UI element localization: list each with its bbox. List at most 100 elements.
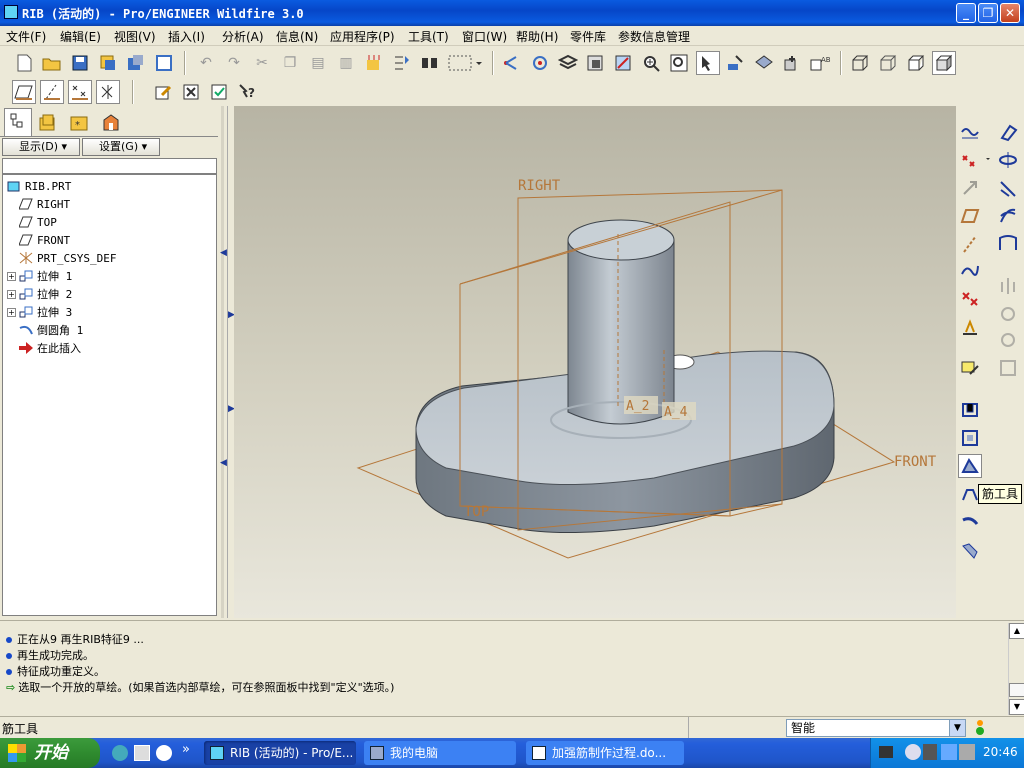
datum-point-tool-icon[interactable] <box>958 286 982 310</box>
tree-item[interactable]: + 拉伸 2 <box>7 285 72 303</box>
draft-icon[interactable] <box>958 426 982 450</box>
spin-center-icon[interactable] <box>528 51 552 75</box>
close-button[interactable]: ✕ <box>1000 3 1020 23</box>
menu-analysis[interactable]: 分析(A) <box>222 28 264 45</box>
tree-item[interactable]: 倒圆角 1 <box>7 321 83 339</box>
datum-axis-toggle-icon[interactable] <box>40 80 64 104</box>
datum-axis-tool-icon[interactable] <box>958 232 982 256</box>
explorer-icon[interactable] <box>134 745 150 761</box>
menu-applications[interactable]: 应用程序(P) <box>330 28 395 45</box>
layers-icon[interactable] <box>556 51 580 75</box>
merge-icon[interactable] <box>996 302 1020 326</box>
undo-icon[interactable]: ↶ <box>194 51 218 75</box>
zoom-in-icon[interactable] <box>640 51 664 75</box>
view-manager-icon[interactable] <box>584 51 608 75</box>
paste-special-icon[interactable]: ▥ <box>334 51 358 75</box>
paste-icon[interactable]: ▤ <box>306 51 330 75</box>
save-icon[interactable] <box>68 51 92 75</box>
menu-view[interactable]: 视图(V) <box>114 28 156 45</box>
panel-splitter[interactable]: ◀ ▶ ▶ ◀ <box>218 106 235 618</box>
sweep-icon[interactable] <box>996 176 1020 200</box>
menu-file[interactable]: 文件(F) <box>6 28 46 45</box>
taskbar-button[interactable]: 我的电脑 <box>364 741 516 765</box>
taskbar-button[interactable]: RIB (活动的) - Pro/E... <box>204 741 356 765</box>
media-player-icon[interactable] <box>156 745 172 761</box>
selection-box-dropdown[interactable] <box>446 51 486 75</box>
cancel-icon[interactable] <box>180 80 204 104</box>
shading-icon[interactable] <box>932 51 956 75</box>
reorient-icon[interactable] <box>780 51 804 75</box>
shell-icon[interactable] <box>958 398 982 422</box>
tray-arrow-icon[interactable] <box>905 744 921 760</box>
selection-filter-select[interactable]: 智能 ▼ <box>786 719 966 737</box>
tree-item[interactable]: FRONT <box>7 231 70 249</box>
model-tree[interactable]: RIB.PRT RIGHT TOP FRONT PRT_CSYS_DEF + 拉伸 1 + 拉伸… <box>2 174 217 616</box>
menu-window[interactable]: 窗口(W) <box>462 28 507 45</box>
menu-tools[interactable]: 工具(T) <box>408 28 449 45</box>
blend-icon[interactable] <box>996 204 1020 228</box>
model-tree-tab[interactable] <box>4 108 32 136</box>
backup-icon[interactable] <box>124 51 148 75</box>
trim-icon[interactable] <box>996 328 1020 352</box>
copy-icon[interactable]: ❐ <box>278 51 302 75</box>
datum-display-icon[interactable] <box>500 51 524 75</box>
regenerate-icon[interactable] <box>362 51 386 75</box>
edit-definition-icon[interactable] <box>152 80 176 104</box>
connections-tab[interactable] <box>98 110 126 136</box>
datum-point-toggle-icon[interactable] <box>68 80 92 104</box>
tree-item[interactable]: RIB.PRT <box>7 177 71 195</box>
network-icon[interactable] <box>941 744 957 760</box>
sketch-tool-icon[interactable] <box>958 356 982 380</box>
more-chevron-icon[interactable]: » <box>182 742 190 757</box>
cut-icon[interactable]: ✂ <box>250 51 274 75</box>
sketched-curve-icon[interactable] <box>958 120 982 144</box>
tree-item[interactable]: + 拉伸 3 <box>7 303 72 321</box>
boundary-blend-icon[interactable] <box>996 232 1020 256</box>
ie-icon[interactable] <box>112 745 128 761</box>
graphics-window[interactable]: RIGHT TOP FRONT A_2 A_4 <box>234 106 956 618</box>
print-icon[interactable] <box>152 51 176 75</box>
revolve-icon[interactable] <box>996 148 1020 172</box>
folder-browser-tab[interactable] <box>34 110 62 136</box>
orient-mode-icon[interactable] <box>724 51 748 75</box>
datum-point-dropdown[interactable] <box>958 148 992 172</box>
title-bar[interactable]: RIB (活动的) - Pro/ENGINEER Wildfire 3.0 _ … <box>0 0 1024 26</box>
pattern-icon[interactable] <box>996 356 1020 380</box>
tree-item[interactable]: PRT_CSYS_DEF <box>7 249 116 267</box>
regen-manager-icon[interactable] <box>390 51 414 75</box>
datum-plane-tool-icon[interactable] <box>958 204 982 228</box>
start-button[interactable]: 开始 <box>0 738 100 768</box>
chamfer-icon[interactable] <box>958 538 982 562</box>
redo-icon[interactable]: ↷ <box>222 51 246 75</box>
new-file-icon[interactable] <box>12 51 36 75</box>
keyboard-icon[interactable] <box>879 746 893 758</box>
expand-toggle-icon[interactable]: + <box>7 307 16 317</box>
context-help-icon[interactable]: ? <box>236 80 260 104</box>
security-icon[interactable] <box>959 744 975 760</box>
model-display-icon[interactable]: AB <box>808 51 832 75</box>
window-activate-icon[interactable] <box>208 80 232 104</box>
datum-curve-icon[interactable] <box>958 258 982 282</box>
datum-plane-toggle-icon[interactable] <box>12 80 36 104</box>
analysis-feature-icon[interactable] <box>958 316 982 340</box>
menu-edit[interactable]: 编辑(E) <box>60 28 101 45</box>
no-hidden-icon[interactable] <box>904 51 928 75</box>
hole-tool-icon[interactable] <box>996 120 1020 144</box>
mirror-icon[interactable] <box>996 274 1020 298</box>
menu-info[interactable]: 信息(N) <box>276 28 318 45</box>
csys-tool-icon[interactable] <box>958 176 982 200</box>
menu-parameter-management[interactable]: 参数信息管理 <box>618 28 690 45</box>
volume-icon[interactable] <box>923 744 937 760</box>
saved-views-icon[interactable] <box>752 51 776 75</box>
expand-toggle-icon[interactable]: + <box>7 289 16 299</box>
restore-button[interactable]: ❐ <box>978 3 998 23</box>
rib-tool-button[interactable] <box>958 454 982 478</box>
save-copy-icon[interactable] <box>96 51 120 75</box>
repaint-icon[interactable] <box>612 51 636 75</box>
refit-icon[interactable] <box>696 51 720 75</box>
tree-item[interactable]: TOP <box>7 213 57 231</box>
collapse-arrow-icon[interactable]: ◀ <box>220 458 227 468</box>
show-dropdown[interactable]: 显示(D) ▾ <box>2 138 80 156</box>
taskbar-button[interactable]: 加强筋制作过程.do... <box>526 741 684 765</box>
find-icon[interactable] <box>418 51 442 75</box>
